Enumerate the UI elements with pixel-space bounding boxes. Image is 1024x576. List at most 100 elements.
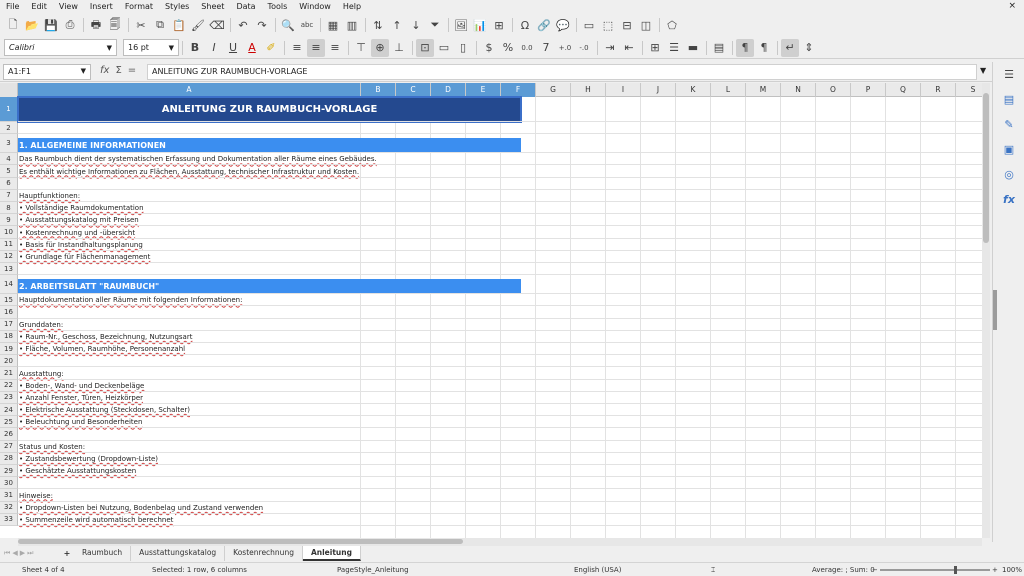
cell-text[interactable]: • Basis für Instandhaltungsplanung [19,241,143,249]
hyperlink-icon[interactable]: 🔗 [535,16,553,34]
align-left-icon[interactable]: ≡ [288,39,306,57]
cell-text[interactable]: Hauptfunktionen: [19,192,80,200]
row-header-7[interactable]: 7 [0,189,18,202]
functions-icon[interactable]: fx [993,187,1024,212]
menu-sheet[interactable]: Sheet [195,0,230,14]
align-center-icon[interactable]: ≡ [307,38,325,57]
cell-text[interactable]: • Summenzeile wird automatisch berechnet [19,516,173,524]
column-header-e[interactable]: E [466,83,501,97]
conditional-icon[interactable]: ▤ [710,39,728,57]
comment-icon[interactable]: 💬 [554,16,572,34]
cell-text[interactable]: Das Raumbuch dient der systematischen Er… [19,155,377,163]
cell-text[interactable]: • Anzahl Fenster, Türen, Heizkörper [19,394,143,402]
hamburger-menu-icon[interactable]: ☰ [993,62,1024,87]
border-style-icon[interactable]: ☰ [665,39,683,57]
row-header-22[interactable]: 22 [0,379,18,392]
underline-icon[interactable]: U [224,39,242,57]
cell-text[interactable]: Hinweise: [19,492,53,500]
column-header-c[interactable]: C [396,83,431,97]
row-header-24[interactable]: 24 [0,404,18,417]
save-icon[interactable]: 💾 [42,16,60,34]
column-header-r[interactable]: R [921,83,956,97]
row-header-15[interactable]: 15 [0,294,18,307]
special-character-icon[interactable]: Ω [516,16,534,34]
zoom-level[interactable]: 100% [1002,566,1022,574]
zoom-in-icon[interactable]: + [992,566,998,574]
cell-text[interactable]: Grunddaten: [19,321,63,329]
split-window-icon[interactable]: ◫ [637,16,655,34]
formula-input[interactable]: ANLEITUNG ZUR RAUMBUCH-VORLAGE [147,64,977,80]
cell-text[interactable]: • Ausstattungskatalog mit Preisen [19,216,139,224]
borders-icon[interactable]: ⊞ [646,39,664,57]
column-header-q[interactable]: Q [886,83,921,97]
text-direction-rtl-icon[interactable]: ¶ [755,39,773,57]
sheet-tab-ausstattungskatalog[interactable]: Ausstattungskatalog [131,545,226,561]
column-header-i[interactable]: I [606,83,641,97]
delete-decimal-icon[interactable]: -.0 [575,39,593,57]
vertical-scroll-thumb[interactable] [983,93,989,243]
column-header-a[interactable]: A [18,83,361,97]
close-document-icon[interactable]: × [1008,1,1016,11]
cell-text[interactable]: • Kostenrechnung und -übersicht [19,229,135,237]
row-header-12[interactable]: 12 [0,250,18,263]
row-header-2[interactable]: 2 [0,122,18,135]
print-preview-icon[interactable]: 🗐 [106,16,124,34]
column-header-g[interactable]: G [536,83,571,97]
cell-text[interactable]: • Raum-Nr., Geschoss, Bezeichnung, Nutzu… [19,333,192,341]
column-header-m[interactable]: M [746,83,781,97]
freeze-rows-columns-icon[interactable]: ⊟ [618,16,636,34]
paste-icon[interactable]: 📋 [170,16,188,34]
cell-text[interactable]: Es enthält wichtige Informationen zu Flä… [19,168,359,176]
row-header-23[interactable]: 23 [0,391,18,404]
italic-icon[interactable]: I [205,39,223,57]
pivot-table-icon[interactable]: ⊞ [490,16,508,34]
sort-icon[interactable]: ⇅ [369,16,387,34]
font-size-combo[interactable]: 16 pt ▼ [123,39,179,56]
sum-average-status[interactable]: Average: ; Sum: 0 [812,566,875,574]
border-color-icon[interactable]: ▬ [684,39,702,57]
sum-icon[interactable]: Σ [115,65,121,76]
cell-area[interactable]: ANLEITUNG ZUR RAUMBUCH-VORLAGE 1. ALLGEME… [17,96,990,538]
cell-text[interactable]: • Dropdown-Listen bei Nutzung, Bodenbela… [19,504,263,512]
zoom-slider-handle[interactable] [954,566,957,574]
row-header-10[interactable]: 10 [0,226,18,239]
wrap-text-icon[interactable]: ↵ [781,38,799,57]
row-header-20[interactable]: 20 [0,355,18,368]
row-header-25[interactable]: 25 [0,416,18,429]
add-decimal-icon[interactable]: +.0 [556,39,574,57]
column-header-h[interactable]: H [571,83,606,97]
navigator-icon[interactable]: ◎ [993,162,1024,187]
section-heading-cell[interactable]: 1. ALLGEMEINE INFORMATIONEN [18,138,521,154]
row-header-30[interactable]: 30 [0,477,18,490]
row-header-29[interactable]: 29 [0,465,18,478]
align-bottom-icon[interactable]: ⊥ [390,39,408,57]
language-status[interactable]: English (USA) [574,566,621,574]
copy-icon[interactable]: ⧉ [151,16,169,34]
vertical-text-icon[interactable]: ⇕ [800,39,818,57]
spelling-icon[interactable]: abc [298,16,316,34]
chart-icon[interactable]: 📊 [471,16,489,34]
menu-edit[interactable]: Edit [25,0,53,14]
spreadsheet-grid[interactable]: ABCDEFGHIJKLMNOPQRS 1 2 3 4 5 6 7 8 9 10 11 12 13 14 1… [0,83,990,538]
redo-icon[interactable]: ↷ [253,16,271,34]
cell-text[interactable]: Status und Kosten: [19,443,85,451]
add-sheet-button[interactable]: + [60,549,74,558]
menu-view[interactable]: View [53,0,84,14]
previous-sheet-icon[interactable]: ◀ [12,549,17,558]
align-right-icon[interactable]: ≡ [326,39,344,57]
cell-text[interactable]: • Beleuchtung und Besonderheiten [19,418,142,426]
row-header-19[interactable]: 19 [0,343,18,356]
align-middle-icon[interactable]: ⊕ [371,38,389,57]
column-header-j[interactable]: J [641,83,676,97]
column-header-o[interactable]: O [816,83,851,97]
row-header-5[interactable]: 5 [0,165,18,178]
row-header-28[interactable]: 28 [0,452,18,465]
merge-center-icon[interactable]: ⊡ [416,38,434,57]
new-document-icon[interactable]: 🗋 [4,16,22,34]
cell-text[interactable]: Hauptdokumentation aller Räume mit folge… [19,296,242,304]
properties-icon[interactable]: ▤ [993,87,1024,112]
headers-footers-icon[interactable]: ▭ [580,16,598,34]
expand-formula-bar-icon[interactable]: ▼ [980,66,986,75]
row-header-27[interactable]: 27 [0,440,18,453]
percent-format-icon[interactable]: % [499,39,517,57]
